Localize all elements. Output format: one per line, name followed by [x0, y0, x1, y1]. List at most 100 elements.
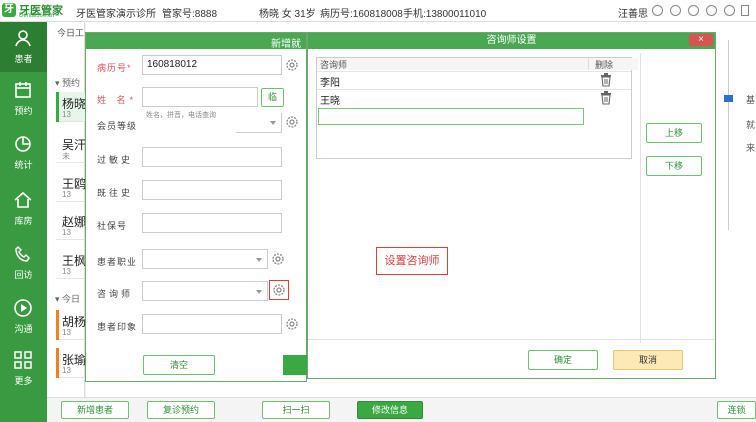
chain-button[interactable]: 连锁	[717, 401, 756, 419]
patient-phone: 13	[62, 228, 71, 237]
table-row[interactable]: 王晓	[317, 89, 631, 107]
dialog-title: 咨询师设置	[486, 35, 537, 46]
consultant-name: 李阳	[320, 78, 340, 89]
timeline-item[interactable]: 来	[746, 141, 755, 154]
occupation-select[interactable]	[142, 249, 268, 269]
insurance-input[interactable]	[142, 213, 282, 233]
cancel-button[interactable]: 取消	[613, 350, 683, 370]
divider	[308, 339, 715, 340]
medical-history-input[interactable]	[142, 180, 282, 200]
wechat-icon[interactable]	[652, 5, 663, 16]
consultant-settings-dialog: 咨询师设置 × 咨询师 删除 李阳 王晓 上移 下移 确定 取消	[307, 32, 716, 379]
list-item[interactable]: 王鸥 13	[56, 172, 86, 202]
occupation-label: 患者职业	[97, 257, 138, 267]
revisit-appointment-button[interactable]: 复诊预约	[147, 401, 215, 419]
consultant-select[interactable]	[142, 281, 268, 301]
bell-icon[interactable]	[706, 5, 717, 16]
member-level-label: 会员等级	[97, 121, 138, 131]
dialog-titlebar[interactable]: 咨询师设置 ×	[308, 33, 715, 49]
phone-icon	[15, 245, 30, 262]
sidebar-item-appointments[interactable]: 预约	[0, 74, 47, 124]
timeline-marker	[724, 95, 733, 102]
new-consultant-input[interactable]	[318, 108, 584, 125]
grid-icon	[14, 351, 32, 369]
move-down-button[interactable]: 下移	[646, 156, 702, 176]
close-button[interactable]: ×	[689, 34, 713, 46]
sidebar-item-communication[interactable]: 沟通	[0, 292, 47, 342]
clear-button[interactable]: 清空	[143, 355, 215, 375]
tab-today[interactable]: 今日工	[47, 22, 87, 40]
name-input[interactable]	[142, 87, 258, 107]
app-logo: 牙 牙医管家 Dental360.cn	[2, 1, 72, 21]
sidebar-item-statistics[interactable]: 统计	[0, 128, 47, 178]
group-today[interactable]: ▾ 今日	[55, 292, 80, 305]
account-number: 管家号:8888	[162, 9, 218, 20]
current-record-number: 病历号:160818008	[320, 9, 403, 20]
user-name[interactable]: 汪善思	[618, 5, 648, 20]
list-item[interactable]: 王枫 13	[56, 249, 86, 279]
minimize-icon[interactable]	[741, 5, 749, 16]
allergy-label: 过敏史	[97, 155, 134, 165]
gear-icon[interactable]	[272, 283, 286, 297]
gear-icon[interactable]	[285, 317, 299, 331]
headset-icon[interactable]	[670, 5, 681, 16]
consultant-table: 咨询师 删除 李阳 王晓	[316, 57, 638, 159]
table-row[interactable]: 李阳	[317, 71, 631, 89]
sidebar-item-followup[interactable]: 回访	[0, 238, 47, 288]
dialog-title: 新增就	[271, 39, 301, 50]
patient-phone: 13	[62, 328, 71, 337]
trash-icon[interactable]	[600, 73, 612, 87]
gear-icon[interactable]	[285, 115, 299, 129]
sidebar-item-label: 回访	[14, 270, 33, 280]
sidebar-item-more[interactable]: 更多	[0, 344, 47, 394]
temporary-button[interactable]: 临	[261, 88, 284, 107]
column-header-consultant: 咨询师	[317, 58, 590, 70]
impression-input[interactable]	[142, 314, 282, 334]
move-up-button[interactable]: 上移	[646, 123, 702, 143]
new-patient-button[interactable]: 新增患者	[61, 401, 129, 419]
confirm-button[interactable]: 确定	[528, 350, 598, 370]
scan-button[interactable]: 扫一扫	[262, 401, 330, 419]
edit-info-button[interactable]: 修改信息	[357, 401, 423, 419]
timeline-item[interactable]: 就	[746, 118, 755, 131]
list-item[interactable]: 胡杨 13	[56, 310, 86, 340]
save-button-partial[interactable]	[283, 355, 307, 375]
logo-subtitle: Dental360.cn	[19, 13, 55, 19]
trash-icon[interactable]	[600, 91, 612, 105]
impression-label: 患者印象	[97, 322, 138, 332]
allergy-input[interactable]	[142, 147, 282, 167]
timeline-item[interactable]: 基	[746, 93, 755, 106]
record-no-input[interactable]: 160818012	[142, 55, 282, 75]
calendar-icon	[15, 82, 31, 98]
sidebar-item-patients[interactable]: 患者	[0, 22, 47, 72]
list-item[interactable]: 吴汗 未	[56, 133, 86, 163]
pie-chart-icon	[15, 136, 31, 152]
consultant-name: 王晓	[320, 96, 340, 107]
lock-icon[interactable]	[688, 5, 699, 16]
sidebar-item-warehouse[interactable]: 库房	[0, 184, 47, 234]
gear-icon[interactable]	[285, 58, 299, 72]
patient-phone: 13	[62, 267, 71, 276]
current-patient-summary: 杨晓 女 31岁	[259, 9, 316, 20]
group-appointments[interactable]: ▾ 预约	[55, 76, 80, 89]
name-search-hint: 姓名，拼音，电话查询	[146, 112, 216, 119]
logo-mark: 牙	[2, 3, 16, 17]
gear-icon[interactable]	[271, 252, 285, 266]
current-phone: 手机:13800011010	[403, 9, 487, 20]
member-level-select[interactable]	[236, 113, 282, 133]
dialog-titlebar[interactable]: 新增就	[86, 33, 306, 50]
record-no-label: 病历号*	[97, 63, 132, 73]
sidebar: 患者 预约 统计 库房 回访 沟通 更多	[0, 22, 47, 422]
record-timeline: 基 就 来	[716, 40, 756, 290]
sidebar-item-label: 患者	[14, 54, 33, 64]
annotation-callout: 设置咨询师	[376, 247, 448, 275]
bottom-toolbar: 新增患者 复诊预约 扫一扫 修改信息 连锁	[47, 397, 756, 422]
new-patient-dialog: 新增就 病历号* 160818012 姓 名* 临 姓名，拼音，电话查询 会员等…	[85, 32, 307, 382]
group-label: 今日	[62, 294, 81, 304]
list-item[interactable]: 张瑜 13	[56, 348, 86, 378]
user-icon	[15, 30, 31, 47]
settings-icon[interactable]	[724, 5, 735, 16]
medical-history-label: 既往史	[97, 188, 134, 198]
list-item[interactable]: 杨晓 13	[56, 92, 86, 122]
list-item[interactable]: 赵娜 13	[56, 210, 86, 240]
